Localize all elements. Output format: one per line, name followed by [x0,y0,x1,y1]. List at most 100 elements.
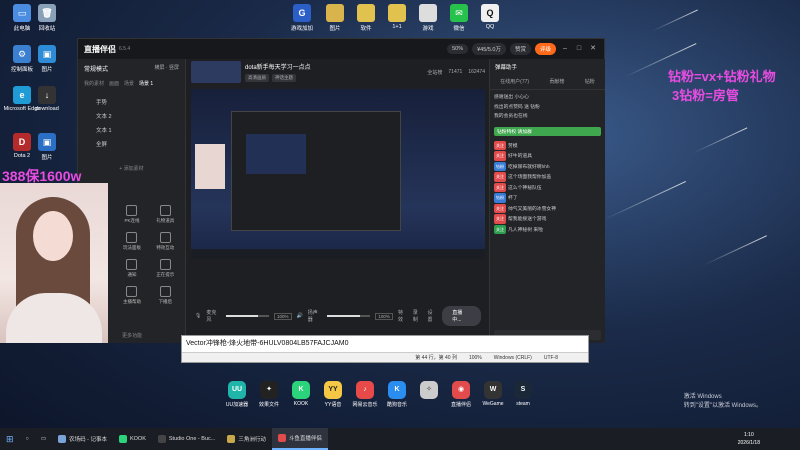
record-button[interactable]: 录制 [413,309,423,323]
dock-item-netease[interactable]: ♪ 网易云音乐 [350,381,380,408]
mic-volume: 100% [274,312,292,320]
taskbar-item-streamer[interactable]: 斗鱼直播伴侣 [271,428,328,450]
stream-cover[interactable] [191,61,241,83]
desktop-icon-pictures-2[interactable]: ▣ 图片 [27,133,67,161]
stream-title[interactable]: dota新手每天学习一点点 [245,62,423,71]
microphone-icon[interactable]: 🎙 [195,313,201,319]
tab-materials[interactable]: 我的素材 [84,80,104,87]
desktop-icon-label: 游戏 [422,26,434,32]
close-icon[interactable]: ✕ [588,44,598,54]
game-icon: G [293,4,311,22]
appreciate-pill[interactable]: 赞赏 [509,43,531,55]
dock-item-steam[interactable]: Ssteam [508,381,538,407]
list-item: 关注 劳模 [494,140,518,150]
effects-icon: ✦ [260,381,278,399]
kook-icon: K [292,381,310,399]
speaker-icon[interactable]: 🔊 [297,313,303,319]
feature-item[interactable]: 正在提示 [149,259,182,278]
taskbar-item-notepad[interactable]: 农场码 - 记事本 [52,428,113,450]
desktop-icon-pictures[interactable]: ▣ 图片 [27,45,67,73]
tab-online-users[interactable]: 在线用户(77) [500,78,529,85]
effects-button[interactable]: 特效 [398,309,408,323]
wechat-icon: ✉ [450,4,468,22]
notepad-text[interactable]: Vector冲锋枪-烽火地带-6HULV0804LB57FAJCJAM0 [182,336,588,351]
taskbar-item-kook[interactable]: KOOK [113,428,152,450]
folder-icon [357,4,375,22]
tab-scene-1[interactable]: 场景 1 [139,80,153,87]
settings-button[interactable]: 设置 [428,309,438,323]
list-item: 钻粉 吃掉尿布就好啊hhh [494,161,550,171]
desktop-icon-label: download [35,106,59,112]
source-item[interactable]: 文本 1 [78,123,185,137]
chat-line: 感谢送出 小心心 [494,95,529,100]
taskbar-item-delta-force[interactable]: 三角洲行动 [221,428,272,450]
rating-pill[interactable]: 评级 [534,43,556,55]
overlay-line-1: 钻粉=vx+钻粉礼物 [668,69,776,84]
webcam-preview [195,144,225,189]
dock-item-effects[interactable]: ✦ 效果文件 [254,381,284,408]
start-button[interactable]: ⊞ [0,428,20,450]
music-icon: ♪ [356,381,374,399]
feature-item[interactable]: 特效互动 [149,232,182,251]
price-overlay: 388保1600w [2,168,82,184]
tab-screen[interactable]: 画面 [109,80,119,87]
taskview-icon: ▭ [40,436,47,442]
search-button[interactable]: ○ [20,428,35,450]
feature-item[interactable]: 主播帮助 [115,286,148,305]
list-item: 关注 这么个神秘队伍 [494,182,542,192]
top-icon-qq[interactable]: Q QQ [470,4,510,30]
speaker-volume: 100% [375,312,393,320]
overlay-line-2: 3钻粉=房管 [672,88,739,103]
source-item[interactable]: 文本 2 [78,109,185,123]
recycle-bin-icon: 🗑 [38,4,56,22]
dock-item-streamer[interactable]: ◉ 直播伴侣 [446,381,476,408]
dock-item-uu[interactable]: UU UU加速器 [222,381,252,408]
folder-icon [388,4,406,22]
list-item: 钻粉 杯了 [494,193,518,203]
search-icon: ○ [25,436,29,442]
dock-item-unknown[interactable]: ✧ [414,381,444,401]
desktop-icon-label: 图片 [41,67,53,73]
webcam-overlay [0,183,108,343]
maximize-icon[interactable]: □ [574,44,584,54]
list-item: 关注 帮我能接送个游戏 [494,214,547,224]
list-item: 关注 凡人神秘树 来啦 [494,224,543,234]
feature-item[interactable]: 玩法面板 [115,232,148,251]
dock-item-kook[interactable]: K KOOK [286,381,316,407]
minimize-icon[interactable]: – [560,44,570,54]
clock[interactable]: 1:10 2026/1/18 [738,431,760,447]
tab-diamond-fans[interactable]: 钻粉 [585,78,595,85]
desktop-icon-recycle[interactable]: 🗑 回收站 [27,4,67,32]
mode-select[interactable]: 常规模式 [84,64,108,73]
app-version: 6.5.4 [119,46,131,52]
feature-item[interactable]: 礼物道具 [149,205,182,224]
download-icon: ↓ [38,86,56,104]
earnings-pill[interactable]: ¥45/5.0万 [472,43,506,55]
feature-item[interactable]: 通知 [115,259,148,278]
tab-scene[interactable]: 场景 [124,80,134,87]
source-item[interactable]: 全屏 [78,137,185,151]
folder-icon [326,4,344,22]
speaker-slider[interactable] [327,315,371,317]
feature-item[interactable]: PK连线 [115,205,148,224]
file-icon [419,4,437,22]
taskbar-item-studio-one[interactable]: Studio One - Buc... [152,428,221,450]
desktop-icon-label: QQ [485,24,495,30]
dock-item-wegame[interactable]: W WeGame [478,381,508,407]
landscape-toggle[interactable]: 横屏 [155,65,165,71]
desktop-icon-label: 1+1 [392,24,402,30]
app-logo: 直播伴侣 [84,44,116,54]
desktop-icon-download[interactable]: ↓ download [27,86,67,112]
portrait-toggle[interactable]: 竖屏 [169,65,179,71]
taskview-button[interactable]: ▭ [35,428,52,450]
diamond-fan-bar[interactable]: 钻粉特权 请加群 [494,126,601,136]
stream-preview[interactable] [191,89,485,259]
dock-item-kugou[interactable]: K 酷狗音乐 [382,381,412,408]
add-source-button[interactable]: + 添加素材 [78,165,185,172]
feature-item[interactable]: 下播后 [149,286,182,305]
mic-slider[interactable] [226,315,270,317]
live-button[interactable]: 直播中... [442,306,482,326]
dock-item-yy[interactable]: YY YY语音 [318,381,348,408]
tab-contribution[interactable]: 贡献榜 [549,78,564,85]
source-item[interactable]: 手势 [78,95,185,109]
